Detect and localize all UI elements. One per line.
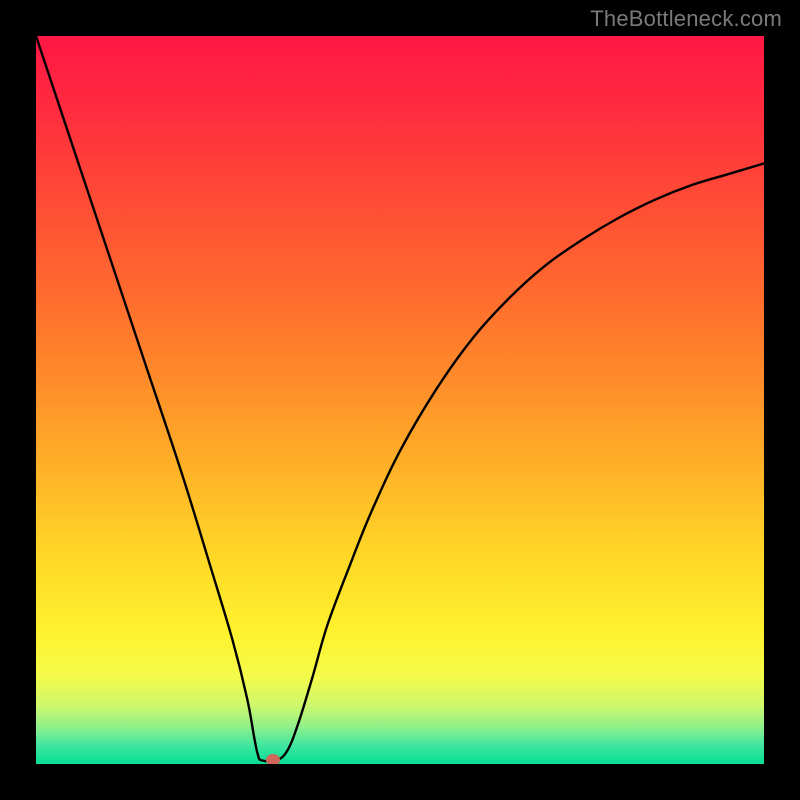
bottleneck-curve [36,36,764,764]
watermark-text: TheBottleneck.com [590,6,782,32]
plot-area [36,36,764,764]
minimum-marker-dot [266,754,280,764]
chart-frame: TheBottleneck.com [0,0,800,800]
